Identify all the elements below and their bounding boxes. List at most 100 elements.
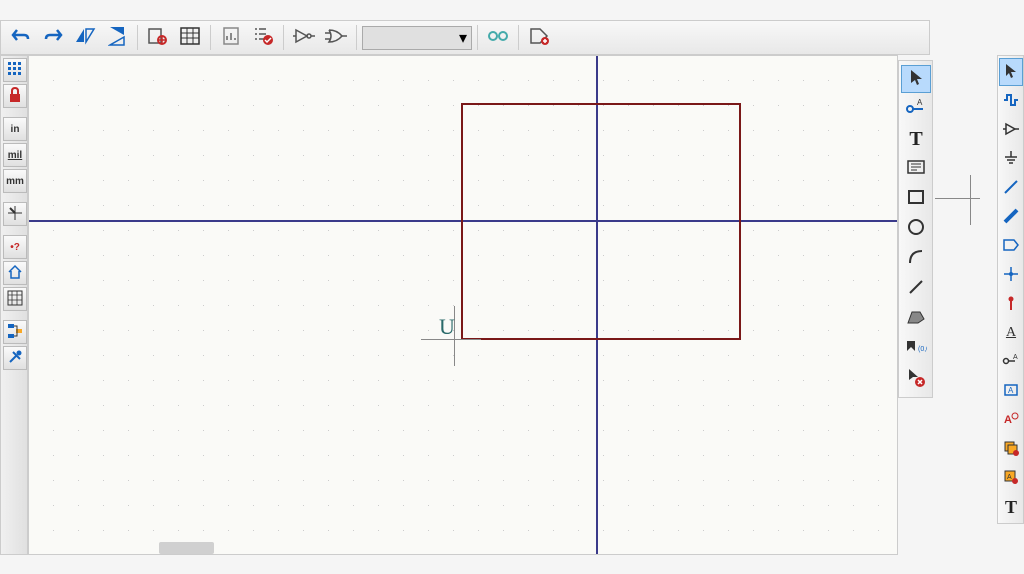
tune-button[interactable] xyxy=(999,87,1023,115)
list-check-button[interactable] xyxy=(248,23,278,53)
undo-button[interactable] xyxy=(6,23,36,53)
line-icon xyxy=(907,278,925,301)
text-t-icon: T xyxy=(1005,497,1017,518)
text-a-icon: A xyxy=(1002,412,1020,429)
text-tool-button[interactable]: T xyxy=(901,125,931,153)
svg-text:A: A xyxy=(1008,386,1014,395)
redo-icon xyxy=(43,28,63,47)
hierarchy-button[interactable] xyxy=(3,320,27,344)
netlabel-icon xyxy=(1002,238,1020,255)
netlabel-button[interactable] xyxy=(999,232,1023,260)
separator xyxy=(518,25,519,50)
home-icon xyxy=(7,264,23,283)
table-button[interactable] xyxy=(175,23,205,53)
report-button[interactable] xyxy=(216,23,246,53)
unit-mil-button[interactable]: mil xyxy=(3,143,27,167)
properties-button[interactable] xyxy=(143,23,173,53)
lock-button[interactable] xyxy=(3,84,27,108)
unit-mm-label: mm xyxy=(6,176,24,187)
polygon-tool-button[interactable] xyxy=(901,305,931,333)
unit-in-button[interactable]: in xyxy=(3,117,27,141)
arc-tool-button[interactable] xyxy=(901,245,931,273)
spreadsheet-button[interactable] xyxy=(3,287,27,311)
copy-button[interactable] xyxy=(999,435,1023,463)
unit-mil-label: mil xyxy=(8,150,22,161)
paste-button[interactable]: A xyxy=(999,464,1023,492)
text-t-button[interactable]: T xyxy=(999,493,1023,521)
tag-button[interactable] xyxy=(524,23,554,53)
wire-button[interactable] xyxy=(999,174,1023,202)
select-tool-button[interactable] xyxy=(901,65,931,93)
unit-mm-button[interactable]: mm xyxy=(3,169,27,193)
horizontal-scrollbar-thumb[interactable] xyxy=(159,542,214,554)
chevron-down-icon: ▾ xyxy=(459,28,467,48)
text-icon: T xyxy=(909,128,922,151)
help-icon: •? xyxy=(10,242,20,253)
spreadsheet-icon xyxy=(7,290,23,309)
text-a-button[interactable]: A xyxy=(999,406,1023,434)
canvas[interactable]: U xyxy=(28,55,898,555)
circle-tool-button[interactable] xyxy=(901,215,931,243)
sheet-button[interactable]: A xyxy=(999,377,1023,405)
pin-icon: A xyxy=(905,99,927,120)
cursor-origin-button[interactable] xyxy=(3,202,27,226)
far-right-toolbar: A A A A A T xyxy=(997,55,1024,524)
layer-dropdown[interactable]: ▾ xyxy=(362,26,472,50)
junction-icon xyxy=(1003,266,1019,285)
top-toolbar: ▾ xyxy=(0,20,930,55)
copy-icon xyxy=(1003,440,1019,459)
polygon-icon xyxy=(906,309,926,330)
home-button[interactable] xyxy=(3,261,27,285)
anchor-icon: (0,0) xyxy=(905,339,927,360)
bus-button[interactable] xyxy=(999,203,1023,231)
mirror-v-button[interactable] xyxy=(102,23,132,53)
line-tool-button[interactable] xyxy=(901,275,931,303)
textbox-icon xyxy=(907,160,925,179)
drawn-rectangle[interactable] xyxy=(461,103,741,340)
textbox-tool-button[interactable] xyxy=(901,155,931,183)
align-button[interactable]: A xyxy=(999,319,1023,347)
align-icon: A xyxy=(1006,325,1016,341)
help-button[interactable]: •? xyxy=(3,235,27,259)
cursor-icon xyxy=(7,205,23,224)
redo-button[interactable] xyxy=(38,23,68,53)
grid-toggle-button[interactable] xyxy=(3,58,27,82)
link-button[interactable] xyxy=(483,23,513,53)
separator xyxy=(356,25,357,50)
bus-icon xyxy=(1003,208,1019,227)
mini-divider-h xyxy=(935,198,980,199)
ground-button[interactable] xyxy=(999,145,1023,173)
lock-icon xyxy=(8,87,22,106)
select-icon xyxy=(908,68,924,91)
not-gate-button[interactable] xyxy=(289,23,319,53)
tag-icon xyxy=(528,26,550,49)
junction-button[interactable] xyxy=(999,261,1023,289)
select2-button[interactable] xyxy=(999,58,1023,86)
or-gate-button[interactable] xyxy=(321,23,351,53)
separator xyxy=(477,25,478,50)
wire-icon xyxy=(1003,179,1019,198)
buffer-button[interactable] xyxy=(999,116,1023,144)
pin-tool-button[interactable]: A xyxy=(901,95,931,123)
anchor-tool-button[interactable]: (0,0) xyxy=(901,335,931,363)
rectangle-tool-button[interactable] xyxy=(901,185,931,213)
table-icon xyxy=(180,27,200,48)
circle-icon xyxy=(907,218,925,241)
ground-icon xyxy=(1003,149,1019,170)
mirror-h-button[interactable] xyxy=(70,23,100,53)
svg-text:(0,0): (0,0) xyxy=(918,346,927,353)
delete-tool-button[interactable] xyxy=(901,365,931,393)
probe-button[interactable]: A xyxy=(999,348,1023,376)
svg-text:A: A xyxy=(1007,474,1012,481)
or-gate-icon xyxy=(324,27,348,48)
grid-icon xyxy=(7,61,23,80)
right-toolbar: A T (0,0) xyxy=(898,60,933,398)
list-check-icon xyxy=(252,26,274,49)
noconnect-button[interactable] xyxy=(999,290,1023,318)
unit-in-label: in xyxy=(11,124,20,135)
mini-divider-v xyxy=(970,175,971,225)
not-gate-icon xyxy=(292,27,316,48)
tools-button[interactable] xyxy=(3,346,27,370)
paste-icon: A xyxy=(1003,469,1019,488)
svg-text:A: A xyxy=(1013,354,1018,361)
